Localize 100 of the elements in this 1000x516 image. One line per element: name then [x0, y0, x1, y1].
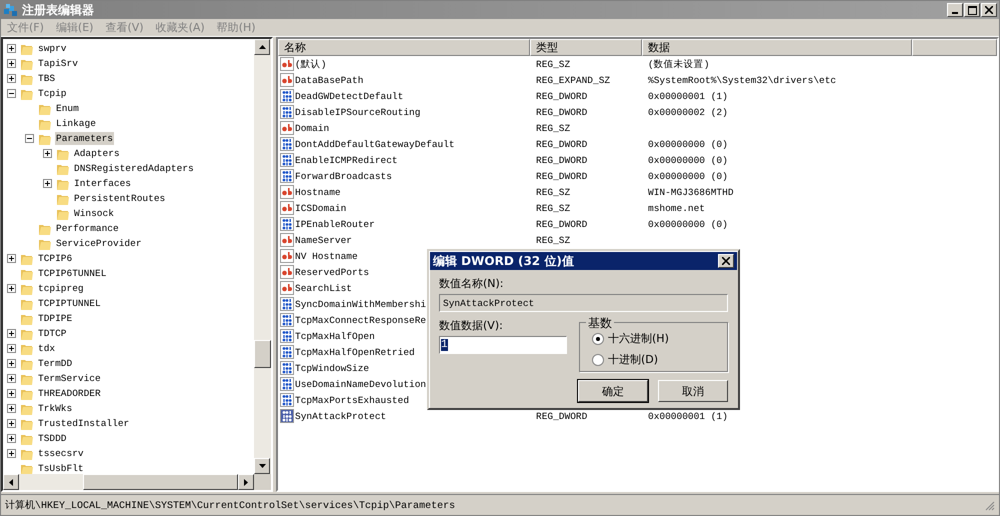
- radio-button[interactable]: [592, 354, 604, 366]
- minimize-button[interactable]: [947, 3, 963, 17]
- tree-item[interactable]: TsUsbFlt: [37, 462, 85, 474]
- value-name[interactable]: NameServer: [295, 234, 352, 246]
- value-data-field[interactable]: 1: [439, 336, 567, 354]
- value-name[interactable]: TcpMaxPortsExhausted: [295, 394, 410, 406]
- expand-icon[interactable]: [7, 74, 16, 83]
- tree-item[interactable]: TermService: [37, 372, 102, 385]
- tree-item[interactable]: Enum: [55, 102, 80, 115]
- tree-item[interactable]: TDPIPE: [37, 312, 74, 325]
- value-name[interactable]: TcpMaxConnectResponseRe: [295, 314, 426, 326]
- value-name[interactable]: EnableICMPRedirect: [295, 154, 398, 166]
- expand-icon[interactable]: [7, 434, 16, 443]
- column-header[interactable]: 名称: [278, 39, 530, 56]
- tree-item[interactable]: TermDD: [37, 357, 74, 370]
- value-name[interactable]: SyncDomainWithMembershi: [295, 298, 426, 310]
- column-header[interactable]: 数据: [642, 39, 912, 56]
- value-name-field[interactable]: SynAttackProtect: [439, 294, 728, 312]
- radio-label[interactable]: 十进制(D): [608, 352, 658, 367]
- expand-icon[interactable]: [7, 419, 16, 428]
- value-name[interactable]: SynAttackProtect: [295, 410, 386, 422]
- close-button[interactable]: [718, 254, 734, 268]
- scroll-left-icon[interactable]: [9, 478, 13, 486]
- tree-item[interactable]: Tcpip: [37, 87, 68, 100]
- value-name[interactable]: SearchList: [295, 282, 352, 294]
- expand-icon[interactable]: [7, 344, 16, 353]
- collapse-icon[interactable]: [25, 134, 34, 143]
- close-button[interactable]: [981, 3, 997, 17]
- tree-item[interactable]: Performance: [55, 222, 120, 235]
- value-name[interactable]: (默认): [295, 58, 326, 70]
- expand-icon[interactable]: [7, 284, 16, 293]
- tree-item[interactable]: swprv: [37, 42, 68, 55]
- value-data: 0x00000001 (1): [648, 90, 728, 102]
- resize-grip-icon: [984, 500, 995, 510]
- expand-icon[interactable]: [7, 59, 16, 68]
- value-name[interactable]: IPEnableRouter: [295, 218, 375, 230]
- expand-icon[interactable]: [7, 329, 16, 338]
- expand-icon[interactable]: [7, 359, 16, 368]
- vertical-scrollbar[interactable]: [254, 39, 271, 474]
- scrollbar-corner: [254, 474, 271, 490]
- expand-icon[interactable]: [43, 149, 52, 158]
- tree-item[interactable]: tssecsrv: [37, 447, 85, 460]
- cancel-button[interactable]: 取消: [658, 380, 728, 402]
- value-name[interactable]: ForwardBroadcasts: [295, 170, 392, 182]
- expand-icon[interactable]: [7, 254, 16, 263]
- value-name[interactable]: DeadGWDetectDefault: [295, 90, 404, 102]
- scroll-thumb[interactable]: [83, 474, 238, 490]
- expand-icon[interactable]: [7, 404, 16, 413]
- tree-item[interactable]: DNSRegisteredAdapters: [73, 162, 195, 175]
- radio-button[interactable]: [592, 332, 604, 344]
- ok-button[interactable]: 确定: [578, 380, 648, 402]
- tree-item[interactable]: TrustedInstaller: [37, 417, 130, 430]
- horizontal-scrollbar[interactable]: [3, 474, 271, 490]
- tree-item[interactable]: TCPIP6TUNNEL: [37, 267, 108, 280]
- maximize-button[interactable]: [964, 3, 980, 17]
- value-type: REG_DWORD: [536, 154, 588, 166]
- collapse-icon[interactable]: [7, 89, 16, 98]
- tree-item[interactable]: TBS: [37, 72, 56, 85]
- value-name[interactable]: Domain: [295, 122, 330, 134]
- tree-item[interactable]: Winsock: [73, 207, 115, 220]
- tree-item[interactable]: PersistentRoutes: [73, 192, 166, 205]
- value-name[interactable]: NV Hostname: [295, 250, 358, 262]
- tree-item[interactable]: tcpipreg: [37, 282, 85, 295]
- tree-item[interactable]: THREADORDER: [37, 387, 102, 400]
- value-name[interactable]: ReservedPorts: [295, 266, 370, 278]
- value-name[interactable]: TcpMaxHalfOpenRetried: [295, 346, 415, 358]
- tree-item[interactable]: Parameters: [55, 132, 114, 145]
- tree-item[interactable]: ServiceProvider: [55, 237, 143, 250]
- tree-item[interactable]: TCPIPTUNNEL: [37, 297, 102, 310]
- value-name[interactable]: DisableIPSourceRouting: [295, 106, 420, 118]
- tree-item[interactable]: tdx: [37, 342, 56, 355]
- scroll-right-icon[interactable]: [244, 478, 248, 486]
- value-type: REG_SZ: [536, 58, 570, 70]
- value-name[interactable]: DontAddDefaultGatewayDefault: [295, 138, 455, 150]
- value-type: REG_DWORD: [536, 106, 588, 118]
- value-name[interactable]: TcpMaxHalfOpen: [295, 330, 375, 342]
- scroll-thumb[interactable]: [254, 340, 271, 368]
- expand-icon[interactable]: [43, 179, 52, 188]
- column-header[interactable]: [912, 39, 997, 56]
- value-name[interactable]: Hostname: [295, 186, 341, 198]
- value-name[interactable]: UseDomainNameDevolution: [295, 378, 426, 390]
- tree-item[interactable]: TDTCP: [37, 327, 68, 340]
- expand-icon[interactable]: [7, 374, 16, 383]
- scroll-down-icon[interactable]: [258, 464, 266, 468]
- column-header[interactable]: 类型: [530, 39, 642, 56]
- expand-icon[interactable]: [7, 389, 16, 398]
- expand-icon[interactable]: [7, 449, 16, 458]
- tree-item[interactable]: TapiSrv: [37, 57, 79, 70]
- tree-item[interactable]: TSDDD: [37, 432, 68, 445]
- value-name[interactable]: TcpWindowSize: [295, 362, 370, 374]
- tree-item[interactable]: TrkWks: [37, 402, 74, 415]
- tree-item[interactable]: TCPIP6: [37, 252, 74, 265]
- tree-item[interactable]: Adapters: [73, 147, 121, 160]
- value-name[interactable]: ICSDomain: [295, 202, 346, 214]
- scroll-up-icon[interactable]: [258, 45, 266, 49]
- value-name[interactable]: DataBasePath: [295, 74, 364, 86]
- tree-item[interactable]: Linkage: [55, 117, 97, 130]
- expand-icon[interactable]: [7, 44, 16, 53]
- tree-item[interactable]: Interfaces: [73, 177, 132, 190]
- radio-label[interactable]: 十六进制(H): [608, 331, 669, 346]
